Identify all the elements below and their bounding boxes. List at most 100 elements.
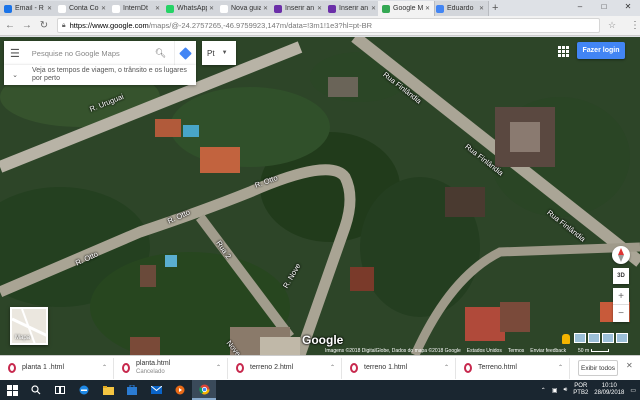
minimap-label: Mapa	[15, 335, 31, 341]
map-layer-toggle[interactable]: Mapa	[10, 307, 48, 345]
bookmark-star-icon[interactable]: ☆	[608, 20, 616, 31]
region-link[interactable]: Estados Unidos	[467, 348, 502, 354]
chevron-up-icon[interactable]: ⌃	[444, 364, 449, 371]
clock[interactable]: 10:10 28/09/2018	[594, 383, 624, 397]
tab-title: Inserir an	[285, 5, 315, 12]
directions-icon[interactable]	[174, 41, 196, 65]
forward-icon[interactable]: →	[20, 20, 34, 31]
new-tab-button[interactable]: +	[492, 1, 498, 16]
download-name: Terreno.html	[478, 364, 517, 371]
tab-favicon-icon	[220, 4, 228, 13]
zoom-out-button[interactable]: −	[613, 305, 629, 322]
tab-title: Conta Co	[69, 5, 99, 12]
chevron-up-icon[interactable]: ⌃	[558, 364, 563, 371]
close-icon[interactable]: ✕	[626, 361, 633, 370]
download-item[interactable]: terreno 1.html ⌃	[342, 357, 456, 379]
download-item[interactable]: Terreno.html ⌃	[456, 357, 570, 379]
tray-chevron-icon[interactable]: ⌃	[541, 387, 546, 394]
browser-menu-icon[interactable]: ⋮	[630, 20, 640, 31]
windows-taskbar: ⌃ ▣ 🔊︎ POR PTB2 10:10 28/09/2018 ▭	[0, 380, 640, 400]
tab-close-icon[interactable]: ✕	[425, 5, 430, 12]
download-name: terreno 2.html	[250, 364, 294, 371]
tab-favicon-icon	[112, 4, 120, 13]
maps-search-input[interactable]	[31, 48, 149, 58]
pegman-icon[interactable]	[562, 334, 570, 344]
notifications-icon[interactable]: ▭	[630, 387, 636, 394]
map-attribution: Imagens ©2018 DigitalGlobe, Dados do map…	[325, 348, 566, 354]
chevron-down-icon[interactable]: ⌄	[4, 71, 26, 79]
maximize-icon[interactable]: □	[592, 0, 616, 14]
language-value: Pt	[207, 48, 215, 58]
tab-close-icon[interactable]: ✕	[317, 5, 322, 12]
feedback-link[interactable]: Enviar feedback	[530, 348, 566, 354]
chevron-up-icon[interactable]: ⌃	[216, 364, 221, 371]
mail-icon[interactable]	[144, 380, 168, 400]
satellite-map[interactable]: R. Uruguai Rua Finlândia Rua Finlândia R…	[0, 37, 640, 355]
media-player-icon[interactable]	[168, 380, 192, 400]
chevron-up-icon[interactable]: ⌃	[330, 364, 335, 371]
browser-tab[interactable]: Email - R ✕	[0, 1, 57, 16]
browser-tab[interactable]: Nova guia ✕	[216, 1, 273, 16]
browser-tab[interactable]: Eduardo ✕	[432, 1, 489, 16]
language-select[interactable]: Pt ▼	[202, 41, 236, 65]
url-field[interactable]: 🔒︎ https://www.google.com/maps/@-24.2757…	[56, 18, 600, 33]
tab-title: Email - R	[15, 5, 44, 12]
reload-icon[interactable]: ↻	[37, 20, 51, 31]
volume-icon[interactable]: 🔊︎	[564, 387, 568, 394]
zoom-in-button[interactable]: +	[613, 288, 629, 305]
tab-title: Inserir an	[339, 5, 369, 12]
tab-favicon-icon	[382, 4, 390, 13]
traffic-hint-panel[interactable]: ⌄ Veja os tempos de viagem, o trânsito e…	[4, 65, 196, 85]
input-language[interactable]: POR PTB2	[573, 383, 588, 397]
apps-grid-icon[interactable]	[558, 46, 569, 57]
taskbar-search-icon[interactable]	[24, 380, 48, 400]
compass-icon[interactable]	[612, 246, 630, 264]
show-all-downloads-button[interactable]: Exibir todos	[578, 360, 618, 376]
edge-icon[interactable]	[72, 380, 96, 400]
scale-bar[interactable]: 50 m	[578, 348, 610, 354]
tab-close-icon[interactable]: ✕	[47, 5, 52, 12]
clock-time: 10:10	[601, 383, 617, 389]
chrome-file-icon	[8, 363, 16, 373]
tab-close-icon[interactable]: ✕	[209, 5, 214, 12]
file-explorer-icon[interactable]	[96, 380, 120, 400]
imagery-thumbnails[interactable]	[574, 333, 628, 343]
minimize-icon[interactable]: –	[568, 0, 592, 14]
store-icon[interactable]	[120, 380, 144, 400]
browser-tab[interactable]: Conta Co ✕	[54, 1, 111, 16]
download-item[interactable]: planta.html Cancelado ⌃	[114, 357, 228, 379]
search-icon[interactable]: 🔍︎	[155, 48, 166, 59]
browser-tab[interactable]: InternDt ✕	[108, 1, 165, 16]
lock-icon: 🔒︎	[61, 22, 66, 29]
maps-search-box: ☰ 🔍︎	[4, 41, 196, 65]
chevron-up-icon[interactable]: ⌃	[102, 364, 107, 371]
browser-tab[interactable]: WhatsApp ✕	[162, 1, 219, 16]
browser-tab[interactable]: Google M ✕	[378, 1, 435, 16]
chrome-file-icon	[122, 363, 130, 373]
lang-layout: PTB2	[573, 390, 589, 396]
chrome-taskbar-icon[interactable]	[192, 380, 216, 400]
url-domain: https://www.google.com	[69, 21, 149, 30]
toggle-3d-button[interactable]: 3D	[613, 268, 629, 284]
tab-close-icon[interactable]: ✕	[371, 5, 376, 12]
download-status: Cancelado	[136, 369, 165, 375]
download-item[interactable]: terreno 2.html ⌃	[228, 357, 342, 379]
network-icon[interactable]: ▣	[552, 387, 558, 394]
tab-close-icon[interactable]: ✕	[263, 5, 268, 12]
tab-close-icon[interactable]: ✕	[155, 5, 160, 12]
back-icon[interactable]: ←	[3, 20, 17, 31]
task-view-icon[interactable]	[48, 380, 72, 400]
close-icon[interactable]: ✕	[616, 0, 640, 14]
hamburger-menu-icon[interactable]: ☰	[4, 47, 26, 60]
browser-tab[interactable]: Inserir an ✕	[324, 1, 381, 16]
tab-title: InternDt	[123, 5, 148, 12]
tab-favicon-icon	[4, 4, 12, 13]
tab-close-icon[interactable]: ✕	[479, 5, 484, 12]
tab-close-icon[interactable]: ✕	[101, 5, 106, 12]
start-button[interactable]	[0, 380, 24, 400]
browser-tab[interactable]: Inserir an ✕	[270, 1, 327, 16]
terms-link[interactable]: Termos	[508, 348, 524, 354]
download-item[interactable]: planta 1 .html ⌃	[0, 357, 114, 379]
login-button[interactable]: Fazer login	[577, 42, 625, 59]
address-bar: ← → ↻ 🔒︎ https://www.google.com/maps/@-2…	[0, 16, 640, 36]
